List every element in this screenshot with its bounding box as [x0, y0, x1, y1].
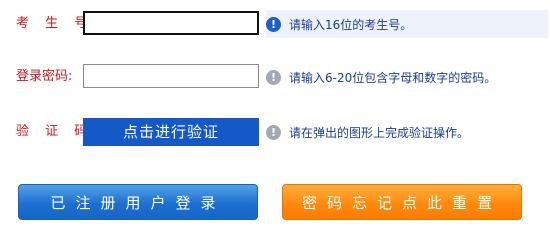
captcha-hint: ! 请在弹出的图形上完成验证操作。 — [266, 118, 469, 146]
exam-number-hint-text: 请输入16位的考生号。 — [289, 17, 413, 32]
reset-password-button[interactable]: 密码忘记点此重置 — [282, 184, 522, 220]
info-icon: ! — [266, 16, 281, 32]
password-input[interactable] — [83, 64, 259, 88]
exam-number-input[interactable] — [83, 11, 259, 35]
exam-number-row: 考 生 号: ! 请输入16位的考生号。 — [0, 10, 550, 38]
password-hint: ! 请输入6-20位包含字母和数字的密码。 — [266, 63, 496, 91]
login-button[interactable]: 已注册用户登录 — [18, 184, 258, 220]
exam-number-hint: ! 请输入16位的考生号。 — [266, 10, 548, 38]
password-hint-text: 请输入6-20位包含字母和数字的密码。 — [289, 70, 497, 85]
info-icon: ! — [266, 69, 281, 85]
password-label: 登录密码: — [16, 69, 73, 84]
info-icon: ! — [266, 124, 281, 140]
verify-button[interactable]: 点击进行验证 — [83, 118, 259, 146]
captcha-hint-text: 请在弹出的图形上完成验证操作。 — [289, 125, 470, 140]
password-row: 登录密码: ! 请输入6-20位包含字母和数字的密码。 — [0, 63, 550, 91]
captcha-row: 验 证 码: 点击进行验证 ! 请在弹出的图形上完成验证操作。 — [0, 118, 550, 146]
